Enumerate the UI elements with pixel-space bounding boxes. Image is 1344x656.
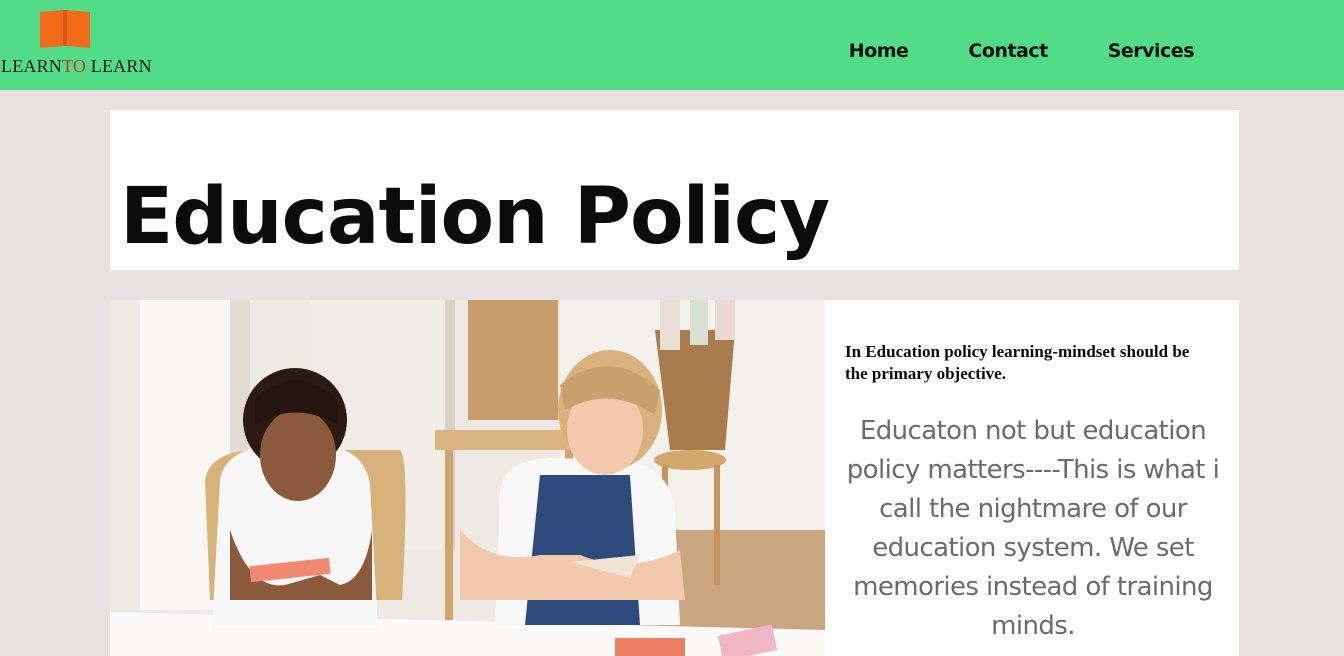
photo-illustration xyxy=(110,300,825,656)
logo-text: LEARNTO LEARN xyxy=(1,56,152,76)
children-crafting-photo xyxy=(110,300,825,656)
navbar: LEARNTO LEARN Home Contact Services xyxy=(0,0,1344,90)
title-card: Education Policy xyxy=(110,110,1239,270)
main-nav: Home Contact Services xyxy=(849,40,1195,62)
content-section: In Education policy learning-mindset sho… xyxy=(110,300,1239,656)
text-card: In Education policy learning-mindset sho… xyxy=(825,300,1239,656)
policy-tagline: In Education policy learning-mindset sho… xyxy=(845,342,1190,383)
nav-contact-link[interactable]: Contact xyxy=(968,40,1048,62)
site-logo[interactable]: LEARNTO LEARN xyxy=(0,6,170,82)
nav-services-link[interactable]: Services xyxy=(1108,40,1195,62)
book-icon xyxy=(40,10,90,48)
policy-quote: Educaton not but education policy matter… xyxy=(846,416,1220,641)
nav-home-link[interactable]: Home xyxy=(849,40,909,62)
page-title: Education Policy xyxy=(120,172,830,262)
